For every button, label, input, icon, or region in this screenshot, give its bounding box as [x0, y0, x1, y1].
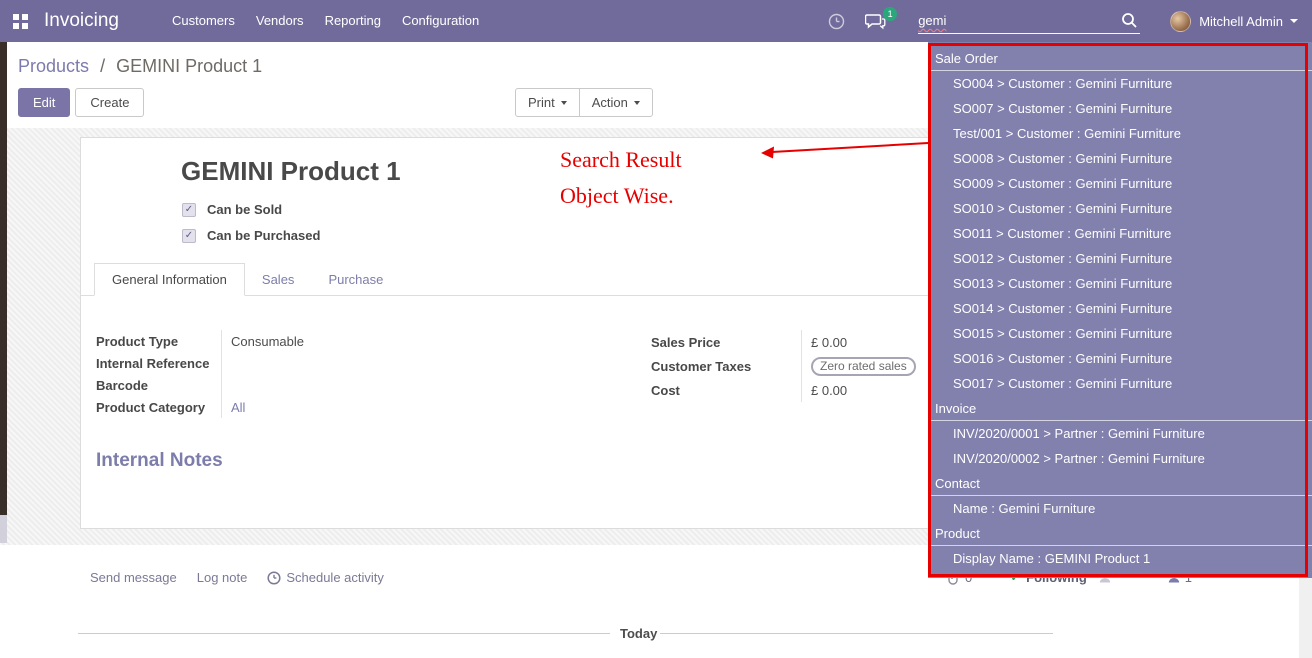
- search-result-item[interactable]: INV/2020/0001 > Partner : Gemini Furnitu…: [928, 421, 1312, 446]
- action-buttons: Edit Create: [18, 88, 144, 117]
- dropdown-section-contact: Contact: [928, 471, 1312, 496]
- nav-menu-vendors[interactable]: Vendors: [256, 0, 304, 42]
- schedule-activity-button[interactable]: Schedule activity: [267, 570, 384, 585]
- search-result-item[interactable]: SO009 > Customer : Gemini Furniture: [928, 171, 1312, 196]
- field-label-product-category: Product Category: [96, 400, 221, 415]
- dropdown-section-sale-order: Sale Order: [928, 46, 1312, 71]
- annotation-line2: Object Wise.: [560, 183, 674, 209]
- search-result-item[interactable]: Display Name : GEMINI Product 1: [928, 546, 1312, 571]
- search-result-item[interactable]: INV/2020/0002 > Partner : Gemini Furnitu…: [928, 446, 1312, 471]
- create-button[interactable]: Create: [75, 88, 144, 117]
- app-name[interactable]: Invoicing: [44, 10, 119, 32]
- fields-left-column: Product TypeConsumableInternal Reference…: [96, 330, 631, 418]
- search-result-item[interactable]: SO007 > Customer : Gemini Furniture: [928, 96, 1312, 121]
- date-divider-line: [78, 633, 610, 634]
- search-result-item[interactable]: SO004 > Customer : Gemini Furniture: [928, 71, 1312, 96]
- annotation-line1: Search Result: [560, 147, 682, 173]
- chevron-down-icon: [634, 101, 640, 105]
- field-row: Barcode: [96, 374, 631, 396]
- breadcrumb: Products / GEMINI Product 1: [18, 56, 262, 77]
- edit-button[interactable]: Edit: [18, 88, 70, 117]
- nav-menu-customers[interactable]: Customers: [172, 0, 235, 42]
- chevron-down-icon: [561, 101, 567, 105]
- print-action-group: Print Action: [515, 88, 653, 117]
- action-button[interactable]: Action: [579, 89, 652, 116]
- checkbox-label: Can be Purchased: [207, 228, 320, 243]
- schedule-activity-label: Schedule activity: [286, 570, 384, 585]
- search-result-item[interactable]: SO016 > Customer : Gemini Furniture: [928, 346, 1312, 371]
- field-value-internal-reference: [221, 352, 631, 374]
- systray: 1 gemi Mitchell Admin: [828, 8, 1298, 34]
- field-row: Internal Reference: [96, 352, 631, 374]
- search-icon[interactable]: [1121, 12, 1138, 32]
- field-label-cost: Cost: [651, 383, 801, 398]
- chevron-down-icon: [1290, 19, 1298, 23]
- tab-general-information[interactable]: General Information: [94, 263, 245, 296]
- date-divider-label: Today: [620, 626, 657, 641]
- field-label-product-type: Product Type: [96, 334, 221, 349]
- field-row: Product CategoryAll: [96, 396, 631, 418]
- search-result-item[interactable]: SO014 > Customer : Gemini Furniture: [928, 296, 1312, 321]
- search-result-item[interactable]: SO013 > Customer : Gemini Furniture: [928, 271, 1312, 296]
- field-value-product-type: Consumable: [221, 330, 631, 352]
- search-value: gemi: [918, 13, 946, 28]
- checkbox-can-be-sold[interactable]: [182, 203, 196, 217]
- messages-badge: 1: [883, 7, 897, 21]
- nav-menu-list: Customers Vendors Reporting Configuration: [172, 0, 479, 42]
- search-input[interactable]: gemi: [918, 8, 1140, 34]
- search-results-dropdown: Sale OrderSO004 > Customer : Gemini Furn…: [928, 42, 1312, 578]
- checkbox-row: Can be Sold: [182, 202, 320, 217]
- breadcrumb-separator: /: [100, 56, 105, 76]
- product-title: GEMINI Product 1: [181, 156, 401, 187]
- user-name: Mitchell Admin: [1199, 14, 1283, 29]
- search-result-item[interactable]: SO017 > Customer : Gemini Furniture: [928, 371, 1312, 396]
- date-divider-line: [660, 633, 1053, 634]
- field-row: Product TypeConsumable: [96, 330, 631, 352]
- dropdown-section-product: Product: [928, 521, 1312, 546]
- tax-pill[interactable]: Zero rated sales: [811, 357, 916, 376]
- user-menu[interactable]: Mitchell Admin: [1170, 11, 1298, 32]
- action-label: Action: [592, 95, 628, 110]
- search-result-item[interactable]: SO010 > Customer : Gemini Furniture: [928, 196, 1312, 221]
- left-window-edge-bottom: [0, 515, 7, 543]
- top-navbar: Invoicing Customers Vendors Reporting Confi…: [0, 0, 1312, 42]
- chatter-buttons: Send message Log note Schedule activity: [90, 570, 384, 585]
- search-result-item[interactable]: SO011 > Customer : Gemini Furniture: [928, 221, 1312, 246]
- activities-clock-icon[interactable]: [828, 13, 845, 30]
- scrollbar[interactable]: [1299, 578, 1312, 658]
- field-value-barcode: [221, 374, 631, 396]
- internal-notes-heading: Internal Notes: [96, 450, 223, 472]
- search-result-item[interactable]: Name : Gemini Furniture: [928, 496, 1312, 521]
- search-result-item[interactable]: SO008 > Customer : Gemini Furniture: [928, 146, 1312, 171]
- apps-menu-icon[interactable]: [13, 14, 28, 29]
- checkbox-label: Can be Sold: [207, 202, 282, 217]
- log-note-button[interactable]: Log note: [197, 570, 248, 585]
- checkbox-group: Can be Sold Can be Purchased: [182, 202, 320, 254]
- field-label-sales-price: Sales Price: [651, 335, 801, 350]
- field-label-internal-reference: Internal Reference: [96, 356, 221, 371]
- checkbox-row: Can be Purchased: [182, 228, 320, 243]
- left-window-edge: [0, 42, 7, 515]
- print-label: Print: [528, 95, 555, 110]
- nav-menu-configuration[interactable]: Configuration: [402, 0, 479, 42]
- search-result-item[interactable]: Test/001 > Customer : Gemini Furniture: [928, 121, 1312, 146]
- dropdown-section-invoice: Invoice: [928, 396, 1312, 421]
- nav-menu-reporting[interactable]: Reporting: [325, 0, 381, 42]
- search-result-item[interactable]: SO015 > Customer : Gemini Furniture: [928, 321, 1312, 346]
- send-message-button[interactable]: Send message: [90, 570, 177, 585]
- field-label-barcode: Barcode: [96, 378, 221, 393]
- tab-purchase[interactable]: Purchase: [311, 264, 400, 295]
- tab-sales[interactable]: Sales: [245, 264, 312, 295]
- search-result-item[interactable]: SO012 > Customer : Gemini Furniture: [928, 246, 1312, 271]
- print-button[interactable]: Print: [516, 89, 579, 116]
- field-value-product-category[interactable]: All: [221, 396, 631, 418]
- user-avatar: [1170, 11, 1191, 32]
- checkbox-can-be-purchased[interactable]: [182, 229, 196, 243]
- messages-icon[interactable]: 1: [865, 13, 886, 30]
- breadcrumb-products-link[interactable]: Products: [18, 56, 89, 76]
- breadcrumb-current: GEMINI Product 1: [116, 56, 262, 76]
- field-label-customer-taxes: Customer Taxes: [651, 359, 801, 374]
- clock-icon: [267, 571, 281, 585]
